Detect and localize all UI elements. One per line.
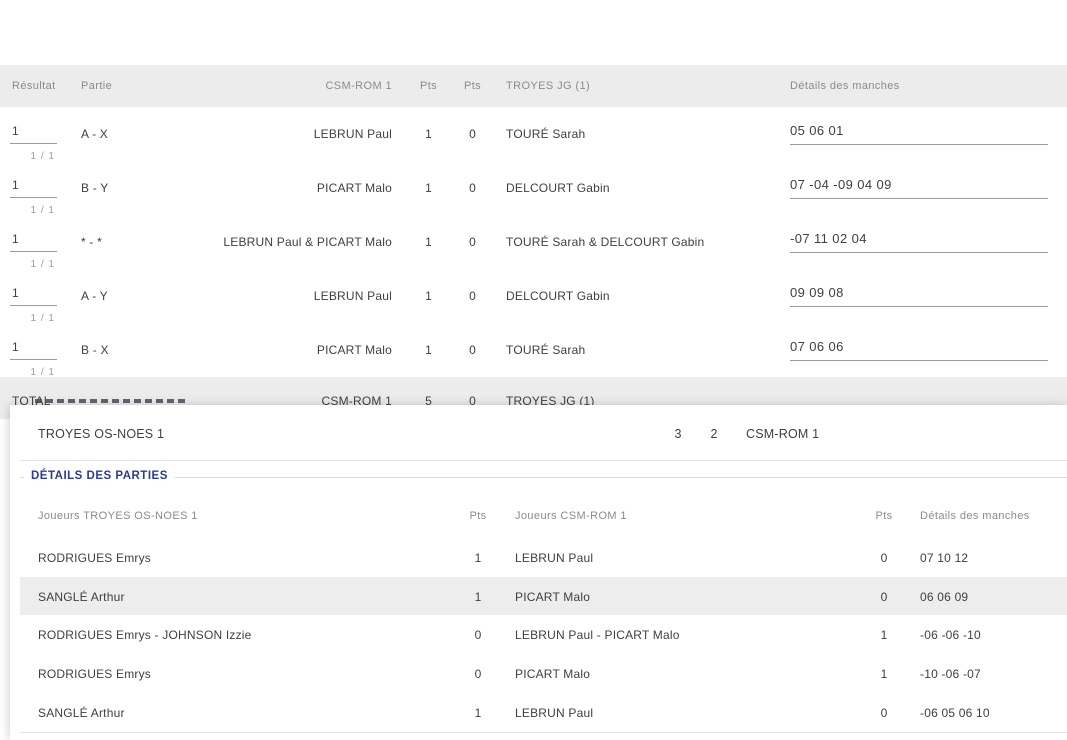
manches-value: -10 -06 -07 (920, 667, 981, 681)
results-table-header: Résultat Partie CSM-ROM 1 Pts Pts TROYES… (0, 65, 1067, 107)
player-b: PICART Malo (515, 590, 590, 604)
player-a: SANGLÉ Arthur (38, 590, 125, 604)
pts-b: 1 (864, 667, 904, 681)
away-player: DELCOURT Gabin (506, 289, 610, 303)
result-input[interactable]: 1 (10, 124, 57, 144)
manches-input[interactable]: 07 -04 -09 04 09 (790, 177, 1048, 199)
pts-a: 0 (458, 667, 498, 681)
team-a-score: 3 (668, 427, 688, 441)
pts-b: 1 (864, 628, 904, 642)
header-manches-details: Détails des manches (920, 510, 1030, 522)
header-resultat: Résultat (12, 80, 56, 92)
partie-label: A - X (81, 127, 108, 141)
result-input[interactable]: 1 (10, 178, 57, 198)
pts-home: 1 (410, 127, 447, 141)
pts-away: 0 (454, 127, 491, 141)
away-player: TOURÉ Sarah & DELCOURT Gabin (506, 235, 704, 249)
team-a-name: TROYES OS-NOES 1 (38, 427, 164, 441)
team-b-name: CSM-ROM 1 (746, 427, 819, 441)
pts-a: 1 (458, 590, 498, 604)
home-player: LEBRUN Paul (170, 289, 392, 303)
player-b: LEBRUN Paul (515, 551, 593, 565)
header-pts-away: Pts (454, 80, 491, 92)
header-players-a: Joueurs TROYES OS-NOES 1 (38, 510, 198, 522)
result-input[interactable]: 1 (10, 232, 57, 252)
match-row: 1 1 / 1 B - Y PICART Malo 1 0 DELCOURT G… (0, 161, 1067, 216)
player-b: LEBRUN Paul (515, 706, 593, 720)
pts-a: 0 (458, 628, 498, 642)
match-row: 1 1 / 1 B - X PICART Malo 1 0 TOURÉ Sara… (0, 323, 1067, 378)
player-a: SANGLÉ Arthur (38, 706, 125, 720)
pts-b: 0 (864, 706, 904, 720)
pts-b: 0 (864, 590, 904, 604)
result-input[interactable]: 1 (10, 286, 57, 306)
partie-label: B - X (81, 343, 109, 357)
partie-label: A - Y (81, 289, 108, 303)
team-b-score: 2 (704, 427, 724, 441)
party-row[interactable]: RODRIGUES Emrys 1 LEBRUN Paul 0 07 10 12 (20, 538, 1067, 578)
header-away-team: TROYES JG (1) (506, 80, 590, 92)
partie-label: B - Y (81, 181, 108, 195)
player-a: RODRIGUES Emrys (38, 551, 151, 565)
pts-home: 1 (410, 235, 447, 249)
header-manches: Détails des manches (790, 80, 900, 92)
pts-home: 1 (410, 289, 447, 303)
manches-input[interactable]: -07 11 02 04 (790, 231, 1048, 253)
header-players-b: Joueurs CSM-ROM 1 (515, 510, 627, 522)
manches-input[interactable]: 09 09 08 (790, 285, 1048, 307)
manches-value: 06 06 09 (920, 590, 968, 604)
home-player: PICART Malo (170, 181, 392, 195)
pts-home: 1 (410, 181, 447, 195)
pts-away: 0 (454, 181, 491, 195)
manches-input[interactable]: 07 06 06 (790, 339, 1048, 361)
section-title-details-parties: DÉTAILS DES PARTIES (24, 470, 175, 482)
manches-value: -06 05 06 10 (920, 706, 990, 720)
partie-label: * - * (81, 235, 102, 249)
player-b: PICART Malo (515, 667, 590, 681)
home-player: PICART Malo (170, 343, 392, 357)
score-divider (20, 460, 1067, 461)
header-pts-b: Pts (864, 510, 904, 522)
section-divider (20, 477, 1067, 478)
pts-a: 1 (458, 551, 498, 565)
header-partie: Partie (81, 80, 112, 92)
party-row[interactable]: SANGLÉ Arthur 1 LEBRUN Paul 0 -06 05 06 … (20, 693, 1067, 733)
manches-value: 07 10 12 (920, 551, 968, 565)
party-row[interactable]: RODRIGUES Emrys 0 PICART Malo 1 -10 -06 … (20, 654, 1067, 694)
home-player: LEBRUN Paul & PICART Malo (170, 235, 392, 249)
away-player: DELCOURT Gabin (506, 181, 610, 195)
away-player: TOURÉ Sarah (506, 343, 585, 357)
header-home-team: CSM-ROM 1 (170, 80, 392, 92)
away-player: TOURÉ Sarah (506, 127, 585, 141)
match-row: 1 1 / 1 * - * LEBRUN Paul & PICART Malo … (0, 215, 1067, 270)
player-a: RODRIGUES Emrys - JOHNSON Izzie (38, 628, 252, 642)
match-sheet-screen: Résultat Partie CSM-ROM 1 Pts Pts TROYES… (0, 0, 1067, 740)
match-details-panel: TROYES OS-NOES 1 3 2 CSM-ROM 1 DÉTAILS D… (10, 405, 1067, 740)
match-row: 1 1 / 1 A - Y LEBRUN Paul 1 0 DELCOURT G… (0, 269, 1067, 324)
player-b: LEBRUN Paul - PICART Malo (515, 628, 680, 642)
pts-a: 1 (458, 706, 498, 720)
header-pts-a: Pts (458, 510, 498, 522)
result-input[interactable]: 1 (10, 340, 57, 360)
pts-away: 0 (454, 289, 491, 303)
occluded-text-fragment (35, 399, 185, 403)
header-pts-home: Pts (410, 80, 447, 92)
pts-away: 0 (454, 343, 491, 357)
party-row[interactable]: RODRIGUES Emrys - JOHNSON Izzie 0 LEBRUN… (20, 615, 1067, 655)
manches-input[interactable]: 05 06 01 (790, 123, 1048, 145)
home-player: LEBRUN Paul (170, 127, 392, 141)
player-a: RODRIGUES Emrys (38, 667, 151, 681)
party-row[interactable]: SANGLÉ Arthur 1 PICART Malo 0 06 06 09 (20, 577, 1067, 617)
match-row: 1 1 / 1 A - X LEBRUN Paul 1 0 TOURÉ Sara… (0, 107, 1067, 162)
manches-value: -06 -06 -10 (920, 628, 981, 642)
pts-home: 1 (410, 343, 447, 357)
pts-b: 0 (864, 551, 904, 565)
pts-away: 0 (454, 235, 491, 249)
